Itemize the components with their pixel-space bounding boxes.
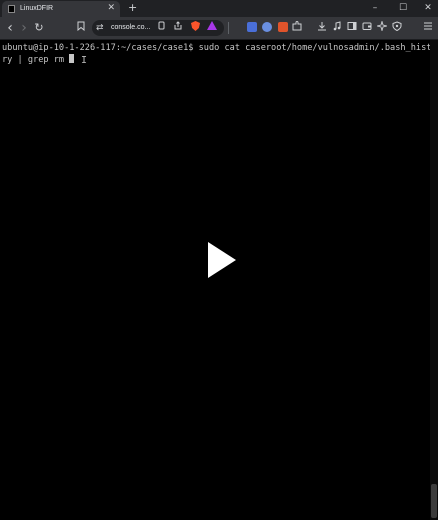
sidebar-glyph (347, 22, 357, 30)
bookmark-icon (77, 21, 85, 32)
text-cursor-icon: I (81, 55, 88, 66)
scrollbar-thumb[interactable] (431, 484, 437, 518)
shield-glyph (392, 21, 402, 32)
site-settings-icon[interactable]: ⇄ (96, 21, 104, 35)
sidebar-icon[interactable] (345, 21, 359, 35)
download-icon[interactable] (315, 21, 329, 35)
close-window-button[interactable]: ✕ (420, 1, 436, 15)
brave-rewards-icon[interactable] (207, 21, 217, 30)
sparkle-glyph (375, 19, 389, 33)
extension-light-blue-icon[interactable] (262, 22, 272, 32)
extension-blue-icon[interactable] (247, 22, 257, 32)
leo-ai-icon[interactable] (375, 19, 389, 35)
url-text[interactable]: console.co... (111, 23, 150, 33)
tab-linuxdfir[interactable]: LinuxDFIR ✕ (2, 1, 120, 17)
reload-button[interactable]: ↻ (32, 21, 46, 35)
toolbar-divider (228, 22, 229, 34)
extension-orange-icon[interactable] (278, 22, 288, 32)
terminal-cursor (69, 54, 75, 63)
copy-icon[interactable] (158, 21, 165, 35)
terminal-output: ubuntu@ip-10-1-226-117:~/cases/case1$ su… (2, 42, 437, 66)
browser-window: LinuxDFIR ✕ + – ☐ ✕ ‹ › ↻ ⇄ console.co..… (0, 0, 438, 520)
music-icon[interactable] (330, 21, 344, 35)
share-icon[interactable] (174, 21, 182, 35)
vpn-icon[interactable] (390, 21, 404, 35)
page-icon (158, 21, 165, 30)
minimize-button[interactable]: – (367, 1, 383, 15)
extensions-puzzle-glyph (292, 21, 302, 31)
terminal-viewport[interactable]: ubuntu@ip-10-1-226-117:~/cases/case1$ su… (0, 40, 437, 520)
terminal-favicon-icon (8, 5, 15, 13)
tab-close-icon[interactable]: ✕ (107, 3, 115, 14)
terminal-line-1: ubuntu@ip-10-1-226-117:~/cases/case1$ su… (2, 43, 437, 53)
share-glyph (174, 21, 182, 30)
tab-strip: LinuxDFIR ✕ + – ☐ ✕ (0, 0, 438, 17)
puzzle-icon[interactable] (290, 21, 304, 35)
address-bar[interactable]: ⇄ console.co... (92, 20, 224, 36)
download-glyph (318, 22, 326, 31)
menu-icon[interactable] (421, 21, 435, 35)
play-icon[interactable] (208, 242, 236, 278)
bookmark-button[interactable] (74, 21, 88, 35)
terminal-line-2: ry | grep rm (2, 55, 70, 65)
media-glyph (333, 21, 341, 31)
wallet-glyph (362, 22, 372, 30)
terminal-scrollbar[interactable] (430, 40, 438, 520)
new-tab-button[interactable]: + (128, 1, 137, 15)
back-button[interactable]: ‹ (3, 21, 17, 35)
hamburger-glyph (424, 22, 432, 30)
browser-toolbar: ‹ › ↻ ⇄ console.co... (0, 17, 438, 40)
wallet-icon[interactable] (360, 21, 374, 35)
tab-title: LinuxDFIR (20, 5, 54, 12)
forward-button[interactable]: › (17, 21, 31, 35)
maximize-button[interactable]: ☐ (395, 1, 411, 15)
